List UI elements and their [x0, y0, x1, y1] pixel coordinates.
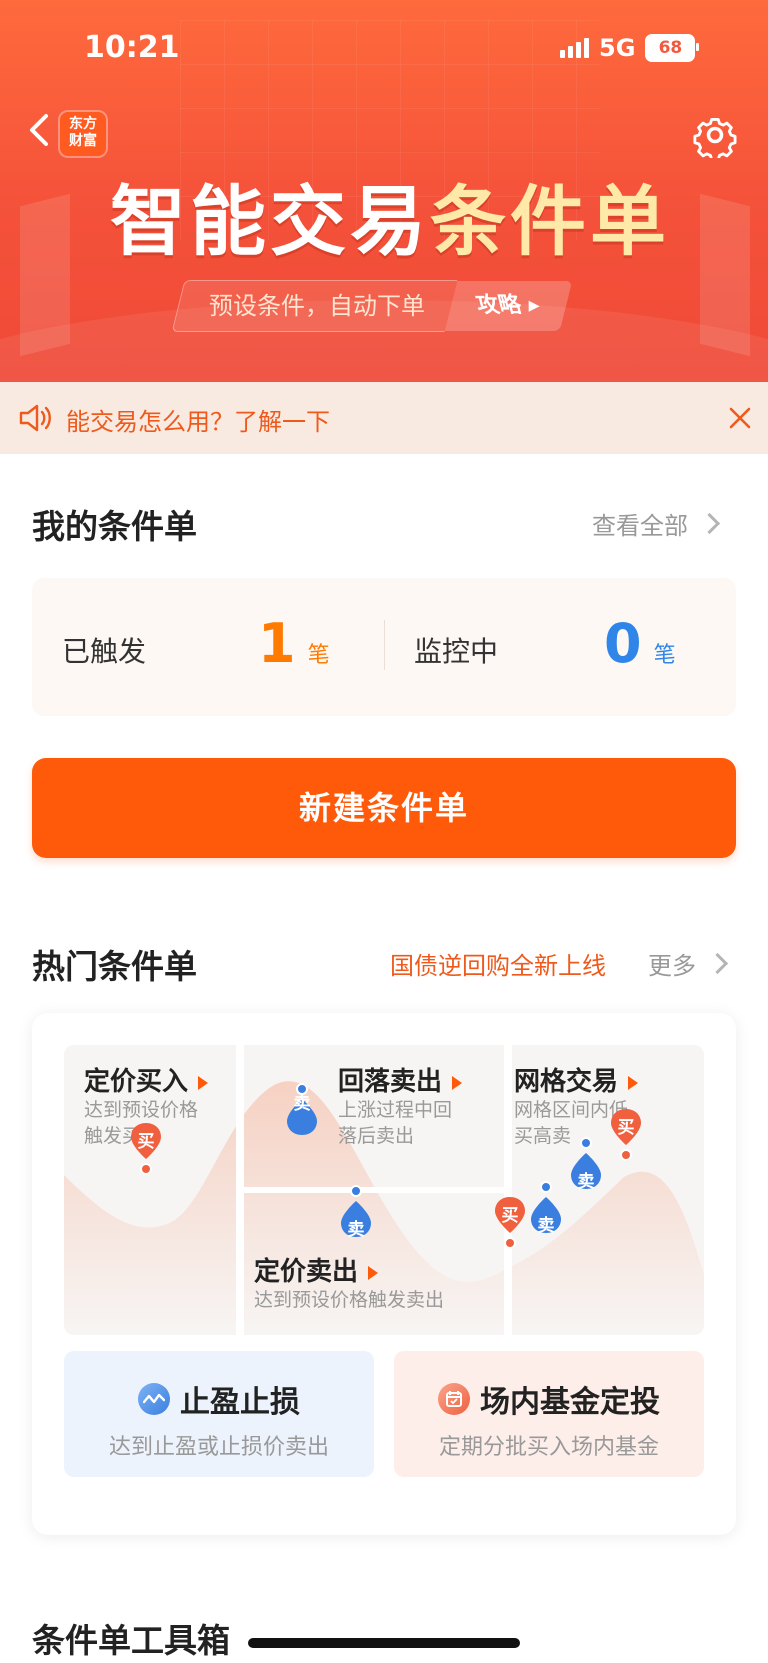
sell-pin-label: 卖 — [577, 1172, 595, 1192]
notice-text[interactable]: 能交易怎么用？了解一下 — [66, 402, 330, 437]
tile-separator — [244, 1187, 504, 1193]
chevron-right-icon — [698, 512, 721, 535]
grid-trading-title: 网格交易 — [514, 1061, 638, 1098]
battery-icon: 68 — [645, 34, 700, 62]
view-all-link[interactable]: 查看全部 — [592, 506, 721, 541]
view-all-label: 查看全部 — [592, 512, 688, 540]
banner-left-decoration — [20, 193, 70, 357]
triggered-unit: 笔 — [307, 643, 330, 668]
pullback-sell-desc: 上涨过程中回 落后卖出 — [338, 1099, 453, 1147]
monitoring-count-group[interactable]: 0 笔 — [604, 612, 676, 675]
trend-icon — [138, 1383, 170, 1415]
buy-pin-label: 买 — [137, 1132, 155, 1152]
sell-pin-label: 卖 — [293, 1094, 311, 1114]
banner-subtitle-pill: 预设条件，自动下单 攻略 ▸ — [171, 280, 572, 332]
signal-icon — [560, 38, 589, 58]
banner-title-highlight: 条件单 — [430, 177, 670, 266]
stop-profit-loss-tile[interactable]: 止盈止损 达到止盈或止损价卖出 — [64, 1351, 374, 1477]
triggered-label: 已触发 — [62, 635, 147, 668]
pullback-sell-title: 回落卖出 — [338, 1061, 462, 1098]
stop-title: 止盈止损 — [180, 1385, 300, 1420]
fund-title-row: 场内基金定投 — [394, 1377, 704, 1421]
fund-desc: 定期分批买入场内基金 — [438, 1435, 659, 1460]
stop-desc: 达到止盈或止损价卖出 — [108, 1435, 329, 1460]
stop-title-row: 止盈止损 — [64, 1377, 374, 1421]
banner-title: 智能交易条件单 — [110, 160, 670, 270]
buy-pin-icon: 买 — [492, 1195, 528, 1249]
back-icon[interactable] — [24, 110, 58, 150]
notice-bar[interactable]: 能交易怎么用？了解一下 — [0, 382, 768, 454]
sell-pin-label: 卖 — [537, 1216, 555, 1236]
header-banner: 10:21 5G 68 东方 财富 智能交易条件单 预设条件，自动下单 攻略 ▸ — [0, 0, 768, 382]
hot-orders-card: 定价买入 达到预设价格 触发买入 回落卖出 上涨过程中回 落后卖出 网格交易 网格区… — [32, 1013, 736, 1535]
tile-separator — [236, 1045, 244, 1335]
close-icon[interactable] — [726, 404, 754, 432]
more-label: 更多 — [648, 952, 696, 980]
buy-pin-label: 买 — [617, 1118, 635, 1138]
triggered-count: 1 — [258, 612, 296, 675]
status-time: 10:21 — [84, 30, 180, 65]
fund-investment-tile[interactable]: 场内基金定投 定期分批买入场内基金 — [394, 1351, 704, 1477]
my-orders-title: 我的条件单 — [32, 507, 197, 546]
chevron-right-icon — [706, 952, 729, 975]
new-order-button[interactable]: 新建条件单 — [32, 758, 736, 858]
monitoring-count: 0 — [604, 612, 642, 675]
stats-divider — [384, 620, 385, 670]
more-link[interactable]: 更多 — [648, 946, 729, 981]
buy-pin-icon: 买 — [608, 1107, 644, 1161]
fixed-sell-title: 定价卖出 — [254, 1251, 378, 1288]
fund-title: 场内基金定投 — [480, 1385, 660, 1420]
banner-subtitle: 预设条件，自动下单 — [171, 280, 458, 332]
triggered-count-group[interactable]: 1 笔 — [258, 612, 330, 675]
buy-pin-label: 买 — [501, 1206, 519, 1226]
sell-pin-label: 卖 — [347, 1220, 365, 1240]
logo-text-top: 东方 — [69, 116, 97, 132]
monitoring-unit: 笔 — [653, 643, 676, 668]
buy-pin-icon: 买 — [128, 1121, 164, 1175]
fixed-sell-desc: 达到预设价格触发卖出 — [254, 1289, 445, 1311]
hot-orders-title: 热门条件单 — [32, 947, 197, 986]
speaker-icon — [19, 404, 51, 432]
promo-link[interactable]: 国债逆回购全新上线 — [390, 946, 606, 981]
logo-text-bottom: 财富 — [69, 133, 97, 149]
banner-title-main: 智能交易 — [110, 177, 430, 266]
tile-separator — [504, 1045, 512, 1335]
calendar-icon — [438, 1383, 470, 1415]
fixed-buy-title: 定价买入 — [84, 1061, 208, 1098]
guide-button[interactable]: 攻略 ▸ — [444, 281, 572, 331]
status-indicators: 5G 68 — [560, 34, 700, 62]
monitoring-label: 监控中 — [414, 635, 499, 668]
home-indicator[interactable] — [248, 1638, 520, 1648]
banner-right-decoration — [700, 193, 750, 357]
network-label: 5G — [599, 34, 636, 62]
app-logo: 东方 财富 — [60, 112, 106, 156]
gear-icon[interactable] — [692, 112, 738, 158]
toolbox-title: 条件单工具箱 — [32, 1621, 230, 1660]
